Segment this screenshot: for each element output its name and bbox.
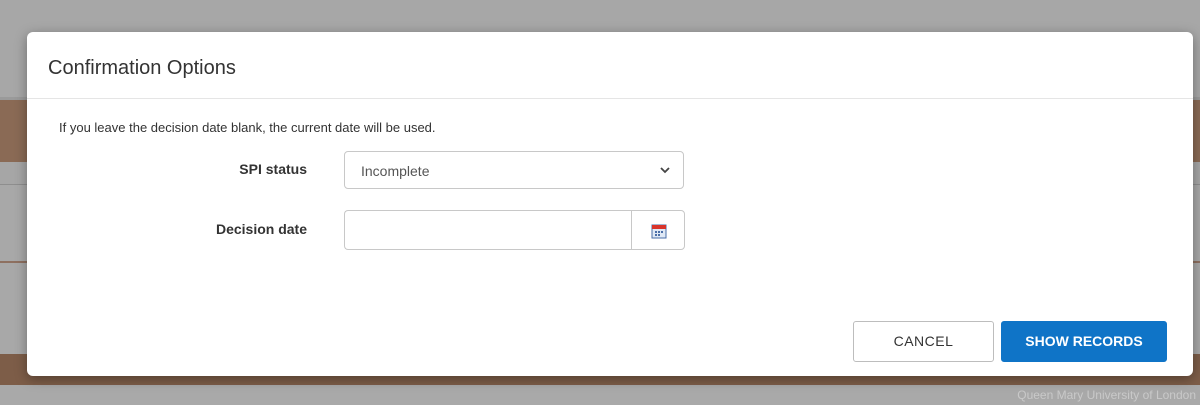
- calendar-button[interactable]: [631, 210, 685, 250]
- spi-status-selected-value: Incomplete: [361, 163, 430, 179]
- dialog-title: Confirmation Options: [48, 57, 236, 79]
- dialog-info-text: If you leave the decision date blank, th…: [59, 120, 436, 135]
- calendar-icon: [651, 224, 667, 239]
- cancel-button[interactable]: CANCEL: [853, 321, 994, 362]
- spi-status-select[interactable]: Incomplete: [344, 151, 684, 189]
- decision-date-label: Decision date: [215, 221, 307, 237]
- spi-status-label: SPI status: [239, 161, 307, 177]
- show-records-button[interactable]: SHOW RECORDS: [1001, 321, 1167, 362]
- chevron-down-icon: [660, 167, 670, 174]
- decision-date-input[interactable]: [344, 210, 631, 250]
- dialog-header-divider: [27, 98, 1193, 99]
- confirmation-options-dialog: Confirmation Options If you leave the de…: [27, 32, 1193, 376]
- footer-institution-text: Queen Mary University of London: [1017, 388, 1196, 402]
